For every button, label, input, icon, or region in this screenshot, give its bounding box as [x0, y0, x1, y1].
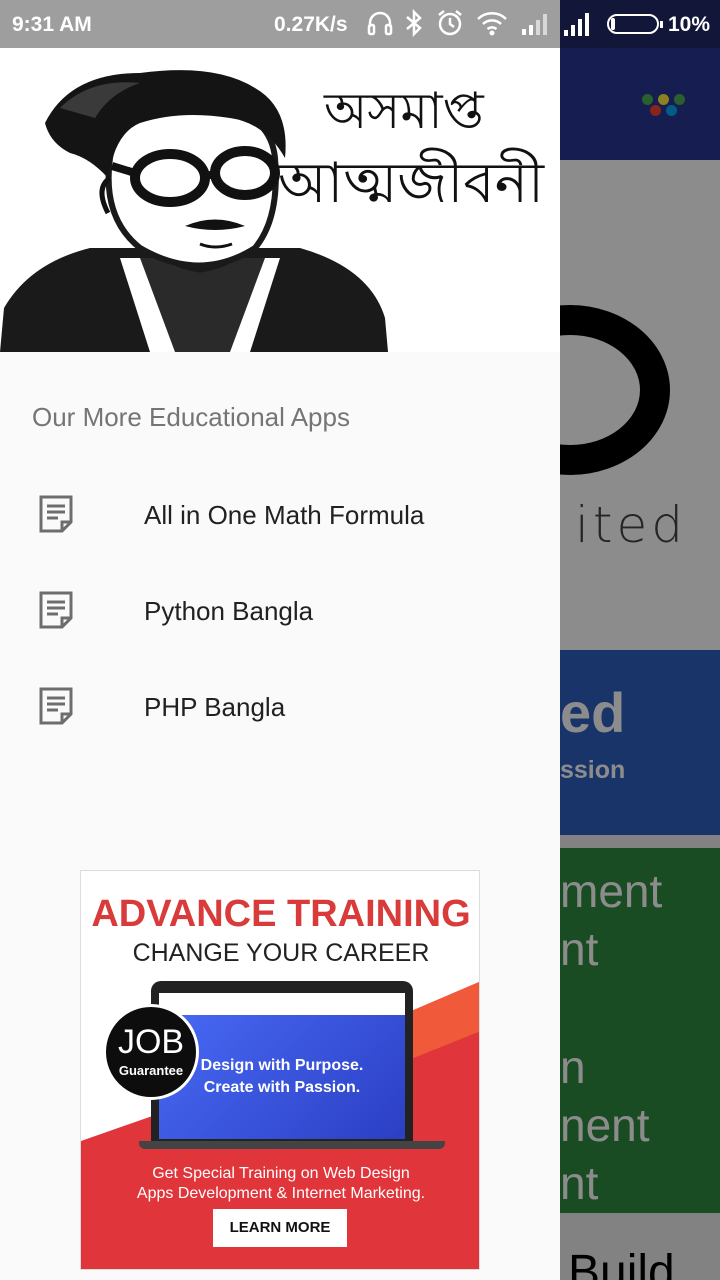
battery-level — [611, 18, 615, 30]
battery-percent: 10% — [668, 13, 711, 36]
ad-description: Get Special Training on Web Design — [152, 1165, 410, 1182]
menu-item-math-formula[interactable]: All in One Math Formula — [0, 466, 560, 562]
wifi-icon — [477, 12, 507, 36]
drawer-header: অসমাপ্ত আত্মজীবনী — [0, 48, 560, 352]
badge-main-text: JOB — [117, 1023, 185, 1061]
menu-item-php-bangla[interactable]: PHP Bangla — [0, 658, 560, 754]
menu-item-label: PHP Bangla — [144, 692, 286, 722]
status-bar: 9:31 AM 0.27K/s 10% — [0, 0, 720, 48]
network-speed: 0.27K/s — [274, 13, 348, 36]
job-guarantee-badge: JOB Guarantee — [103, 1004, 199, 1100]
menu-item-label: All in One Math Formula — [144, 500, 425, 530]
ad-banner[interactable]: ADVANCE TRAINING CHANGE YOUR CAREER Desi… — [80, 870, 480, 1270]
ad-description: Apps Development & Internet Marketing. — [136, 1185, 426, 1202]
signal-icon — [522, 14, 547, 35]
navigation-drawer: অসমাপ্ত আত্মজীবনী Our More Educational A… — [0, 48, 560, 1280]
alarm-icon — [438, 10, 462, 36]
ad-screen-headline: Create with Passion. — [203, 1079, 361, 1096]
badge-sub-text: Guarantee — [118, 1063, 184, 1078]
learn-more-button[interactable]: LEARN MORE — [213, 1209, 347, 1247]
document-icon — [39, 591, 73, 629]
ad-subtitle: CHANGE YOUR CAREER — [132, 939, 430, 967]
menu-item-label: Python Bangla — [144, 596, 314, 626]
bluetooth-icon — [406, 9, 422, 37]
header-title-line-2: আত্মজীবনী — [278, 151, 545, 216]
drawer-section-title: Our More Educational Apps — [32, 402, 350, 432]
signal-icon — [564, 13, 589, 36]
battery-icon — [607, 14, 663, 34]
document-icon — [39, 495, 73, 533]
document-icon — [39, 687, 73, 725]
headset-icon — [367, 11, 393, 36]
menu-item-python-bangla[interactable]: Python Bangla — [0, 562, 560, 658]
ad-title: ADVANCE TRAINING — [91, 893, 471, 935]
status-time: 9:31 AM — [12, 13, 92, 36]
